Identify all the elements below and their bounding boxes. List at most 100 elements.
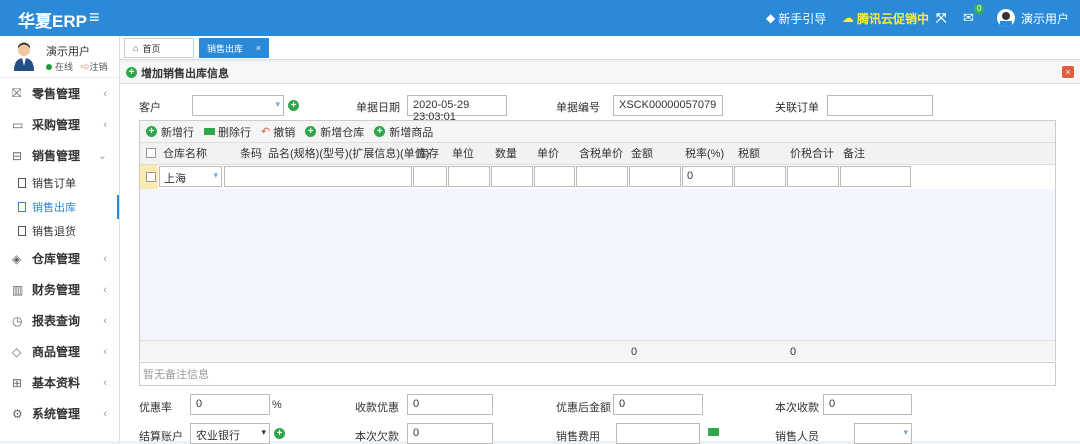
chevron-left-icon: ‹	[103, 118, 107, 131]
column-header: 价税合计	[790, 148, 834, 160]
footer-amount: 0	[631, 346, 638, 358]
tab-sales-out[interactable]: 销售出库 ×	[199, 38, 269, 58]
sidebar-item-system[interactable]: ⚙ 系统管理 ‹	[0, 398, 119, 429]
sidebar-item-report[interactable]: ◷ 报表查询 ‹	[0, 305, 119, 336]
mail-button[interactable]: ✉ 0	[963, 0, 985, 36]
amount-field[interactable]	[629, 166, 681, 187]
sidebar-item-sales[interactable]: ⊟ 销售管理 ⌄	[0, 140, 119, 171]
add-customer-icon[interactable]: +	[288, 100, 299, 111]
seller-label: 销售人员	[775, 431, 819, 443]
user-panel: 演示用户 在线 ⇨注销	[0, 36, 119, 78]
items-grid: + 新增行 删除行 ↶ 撤销 + 新增仓库 + 新增商品 仓库名称 条码 品名(规格)(…	[139, 120, 1056, 361]
add-row-button[interactable]: + 新增行	[146, 124, 194, 140]
close-icon[interactable]: ×	[1062, 66, 1074, 78]
sidebar-item-goods[interactable]: ◇ 商品管理 ‹	[0, 336, 119, 367]
menu-label: 系统管理	[32, 407, 81, 421]
user-menu[interactable]: 演示用户	[997, 0, 1069, 36]
close-icon[interactable]: ×	[256, 43, 261, 53]
column-header: 金额	[631, 148, 653, 160]
sidebar-item-depot[interactable]: ◈ 仓库管理 ‹	[0, 243, 119, 274]
row-checkbox[interactable]	[146, 172, 156, 182]
add-account-icon[interactable]: +	[274, 428, 285, 439]
account-label: 结算账户	[139, 431, 183, 443]
tax-rate-field[interactable]: 0	[682, 166, 733, 187]
tab-home[interactable]: ⌂ 首页	[124, 38, 194, 58]
button-label: 新增仓库	[320, 126, 365, 139]
column-header: 仓库名称	[163, 148, 207, 160]
folder-icon[interactable]	[708, 428, 719, 436]
sidebar-item-sales-out[interactable]: 销售出库	[0, 195, 119, 219]
column-header: 数量	[495, 148, 517, 160]
logout-link[interactable]: 注销	[90, 62, 108, 72]
remark-field[interactable]	[840, 166, 911, 187]
promo-link[interactable]: ☁ 腾讯云促销中	[842, 0, 929, 36]
sidebar-item-retail[interactable]: ⛝ 零售管理 ‹	[0, 78, 119, 109]
discount-money-field[interactable]: 0	[407, 394, 493, 415]
customer-select[interactable]: ▾	[192, 95, 284, 116]
submenu-label: 销售订单	[32, 178, 76, 190]
chevron-down-icon: ⌄	[97, 150, 107, 162]
tab-label: 首页	[142, 43, 161, 54]
remark-textarea[interactable]: 暂无备注信息	[139, 362, 1056, 386]
sidebar-user-name: 演示用户	[46, 46, 90, 58]
table-header: 仓库名称 条码 品名(规格)(型号)(扩展信息)(单位) 库存 单位 数量 单价…	[140, 143, 1055, 165]
file-icon	[18, 226, 26, 236]
guide-link[interactable]: ◆ 新手引导	[766, 0, 826, 36]
tab-bar: ⌂ 首页 销售出库 ×	[120, 36, 1080, 60]
logout-icon[interactable]: ⇨	[81, 62, 90, 72]
sidebar-toggle-icon[interactable]: ≡	[89, 7, 100, 28]
undo-button[interactable]: ↶ 撤销	[261, 124, 295, 140]
home-icon: ⌂	[133, 43, 139, 53]
depot-select[interactable]: 上海 ▾	[159, 166, 222, 187]
chevron-left-icon: ‹	[103, 87, 107, 100]
receive-field[interactable]: 0	[823, 394, 912, 415]
minus-icon	[204, 128, 215, 135]
add-depot-button[interactable]: + 新增仓库	[305, 124, 364, 140]
footer-total: 0	[790, 346, 797, 358]
file-icon	[18, 202, 26, 212]
chevron-left-icon: ‹	[103, 376, 107, 389]
account-value: 农业银行	[196, 430, 240, 442]
add-goods-button[interactable]: + 新增商品	[374, 124, 433, 140]
select-all-checkbox[interactable]	[146, 148, 156, 158]
button-label: 新增行	[161, 126, 194, 139]
chevron-down-icon: ▾	[213, 170, 218, 180]
sidebar-item-finance[interactable]: ▥ 财务管理 ‹	[0, 274, 119, 305]
goods-field[interactable]	[224, 166, 412, 187]
chevron-left-icon: ‹	[103, 345, 107, 358]
date-field[interactable]: 2020-05-29 23:03:01	[407, 95, 507, 123]
column-header: 税率(%)	[685, 148, 725, 160]
diamond-icon: ◆	[766, 11, 776, 25]
table-row: 上海 ▾ 0	[140, 165, 1055, 189]
app-logo[interactable]: 华夏ERP	[18, 7, 87, 32]
fullscreen-icon[interactable]: ⤧	[936, 0, 946, 36]
button-label: 删除行	[218, 126, 251, 139]
sales-out-panel: + 增加销售出库信息 × 客户 ▾ + 单据日期 2020-05-29 23:03…	[120, 62, 1080, 444]
chevron-left-icon: ‹	[103, 314, 107, 327]
after-discount-field[interactable]: 0	[613, 394, 703, 415]
date-label: 单据日期	[356, 102, 400, 114]
fee-label: 销售费用	[556, 431, 600, 443]
sidebar-item-purchase[interactable]: ▭ 采购管理 ‹	[0, 109, 119, 140]
total-field[interactable]	[787, 166, 839, 187]
online-dot-icon	[46, 64, 52, 70]
sidebar-item-sales-return[interactable]: 销售退货	[0, 219, 119, 243]
discount-rate-field[interactable]: 0	[190, 394, 270, 415]
chevron-left-icon: ‹	[103, 407, 107, 420]
tax-amount-field[interactable]	[734, 166, 786, 187]
menu-label: 仓库管理	[32, 252, 81, 266]
price-field[interactable]	[534, 166, 575, 187]
sidebar-item-basic[interactable]: ⊞ 基本资料 ‹	[0, 367, 119, 398]
quantity-field[interactable]	[491, 166, 533, 187]
tax-price-field[interactable]	[576, 166, 628, 187]
stock-field[interactable]	[413, 166, 447, 187]
linked-order-field[interactable]	[827, 95, 933, 116]
cloud-icon: ☁	[842, 11, 854, 25]
unit-field[interactable]	[448, 166, 490, 187]
user-name: 演示用户	[1021, 11, 1070, 26]
delete-row-button[interactable]: 删除行	[204, 124, 251, 140]
number-field[interactable]: XSCK00000057079	[613, 95, 723, 116]
plus-icon: +	[374, 126, 386, 137]
sidebar-item-sales-order[interactable]: 销售订单	[0, 171, 119, 195]
file-icon	[18, 178, 26, 188]
